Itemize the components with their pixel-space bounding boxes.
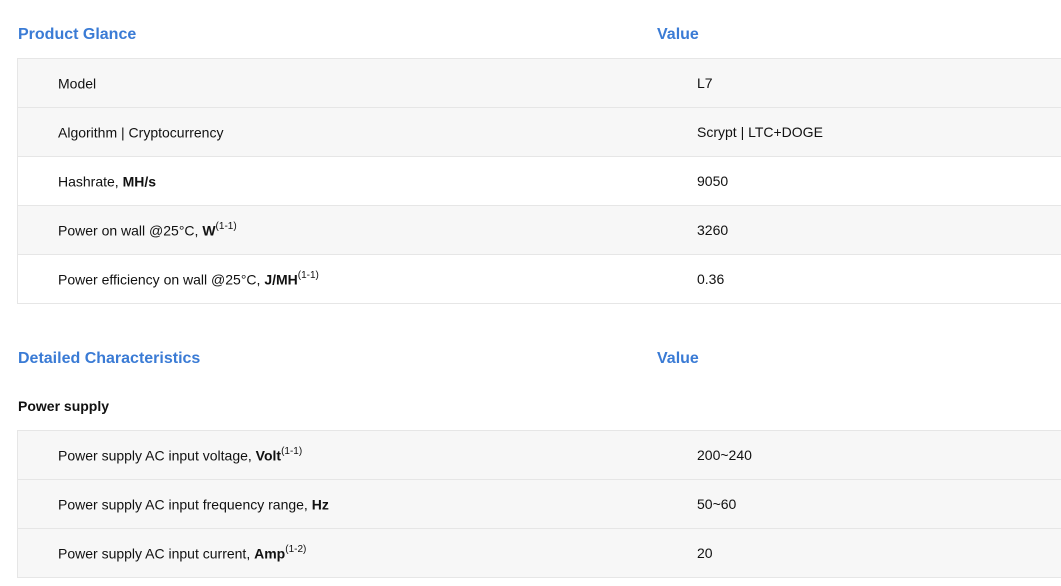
row-value: Scrypt | LTC+DOGE — [697, 124, 823, 140]
row-value: 20 — [697, 545, 713, 561]
table-row: Hashrate, MH/s 9050 — [17, 157, 1061, 206]
product-glance-table: Model L7 Algorithm | Cryptocurrency Scry… — [17, 58, 1061, 304]
power-supply-subheading: Power supply — [18, 398, 110, 414]
product-glance-header: Product Glance Value — [0, 20, 1061, 50]
table-row: Power efficiency on wall @25°C, J/MH(1-1… — [17, 255, 1061, 304]
table-row: Power supply AC input current, Amp(1-2) … — [17, 529, 1061, 578]
row-value: L7 — [697, 75, 713, 91]
table-row: Power supply AC input voltage, Volt(1-1)… — [17, 431, 1061, 480]
row-value: 9050 — [697, 173, 729, 189]
row-label: Power supply AC input frequency range, H… — [58, 496, 329, 513]
row-value: 50~60 — [697, 496, 737, 512]
detailed-characteristics-title: Detailed Characteristics — [18, 350, 201, 367]
row-value: 200~240 — [697, 447, 752, 463]
row-label: Power supply AC input current, Amp(1-2) — [58, 544, 307, 562]
table-row: Power supply AC input frequency range, H… — [17, 480, 1061, 529]
row-label: Power supply AC input voltage, Volt(1-1) — [58, 446, 303, 464]
row-label: Hashrate, MH/s — [58, 173, 157, 190]
table-row: Power on wall @25°C, W(1-1) 3260 — [17, 206, 1061, 255]
row-label: Model — [58, 75, 97, 92]
row-value: 0.36 — [697, 271, 725, 287]
table-row: Algorithm | Cryptocurrency Scrypt | LTC+… — [17, 108, 1061, 157]
power-supply-table: Power supply AC input voltage, Volt(1-1)… — [17, 430, 1061, 578]
row-value: 3260 — [697, 222, 729, 238]
product-glance-title: Product Glance — [18, 26, 137, 43]
row-label: Power efficiency on wall @25°C, J/MH(1-1… — [58, 270, 319, 288]
row-label: Algorithm | Cryptocurrency — [58, 124, 224, 141]
product-glance-value-column: Value — [657, 26, 699, 43]
detailed-characteristics-header: Detailed Characteristics Value — [0, 344, 1061, 374]
detailed-value-column: Value — [657, 350, 699, 367]
table-row: Model L7 — [17, 59, 1061, 108]
row-label: Power on wall @25°C, W(1-1) — [58, 221, 237, 239]
